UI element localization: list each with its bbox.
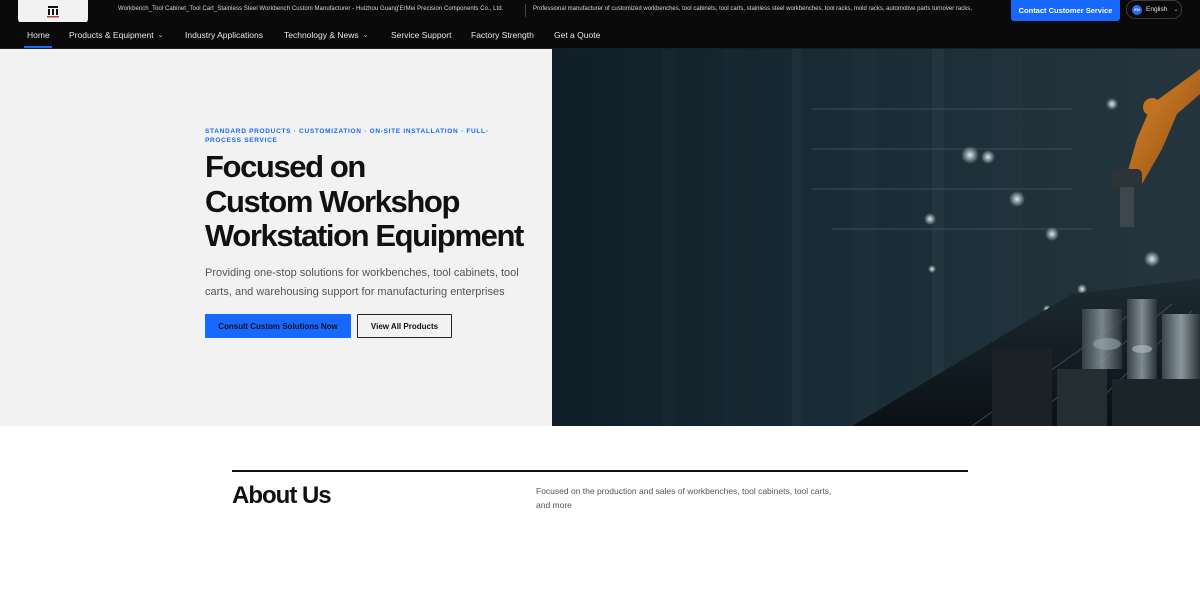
view-all-products-button[interactable]: View All Products — [357, 314, 452, 338]
hero-eyebrow: Standard Products · Customization · On-s… — [205, 128, 489, 144]
nav-item-technology-news[interactable]: Technology & News ⌄ — [284, 30, 369, 40]
site-title: Workbench_Tool Cabinet_Tool Cart_Stainle… — [118, 6, 504, 12]
nav-item-industry-applications[interactable]: Industry Applications — [185, 30, 263, 40]
language-selector[interactable]: EN English ⌄ — [1126, 0, 1182, 19]
consult-solutions-button[interactable]: Consult Custom Solutions Now — [205, 314, 351, 338]
nav-item-label: Products & Equipment — [69, 30, 154, 40]
chevron-down-icon: ⌄ — [1173, 7, 1179, 13]
hero-subtitle: Providing one-stop solutions for workben… — [205, 267, 519, 298]
chevron-down-icon: ⌄ — [157, 32, 164, 39]
main-nav: Home Products & Equipment ⌄ Industry App… — [0, 22, 1200, 49]
about-description: Focused on the production and sales of w… — [536, 486, 832, 510]
logo[interactable] — [18, 0, 88, 23]
nav-item-service-support[interactable]: Service Support — [391, 30, 451, 40]
nav-item-label: Technology & News — [284, 30, 359, 40]
language-label: English — [1146, 6, 1168, 13]
chevron-down-icon: ⌄ — [362, 32, 369, 39]
nav-item-label: Service Support — [391, 30, 452, 40]
top-bar: Workbench_Tool Cabinet_Tool Cart_Stainle… — [0, 0, 1200, 23]
factory-robot-image — [552, 49, 1200, 426]
nav-item-home[interactable]: Home — [27, 30, 50, 40]
contact-customer-service-button[interactable]: Contact Customer Service — [1011, 0, 1120, 21]
hero-image — [552, 49, 1200, 426]
nav-item-label: Industry Applications — [185, 30, 263, 40]
about-title: About Us — [232, 482, 332, 509]
nav-item-products-equipment[interactable]: Products & Equipment ⌄ — [69, 30, 163, 40]
nav-item-label: Home — [27, 30, 50, 40]
nav-item-factory-strength[interactable]: Factory Strength — [471, 30, 534, 40]
tagline: Professional manufacturer of customized … — [533, 6, 972, 12]
nav-item-label: Factory Strength — [471, 30, 534, 40]
hero-title-line: Custom Workshop — [205, 183, 460, 219]
nav-item-label: Get a Quote — [554, 30, 601, 40]
hero-title: Focused on Custom Workshop Workstation E… — [205, 149, 545, 254]
hero-title-line: Workstation Equipment — [205, 218, 524, 253]
logo-icon — [47, 5, 59, 17]
nav-active-indicator — [24, 46, 52, 48]
divider — [525, 4, 526, 17]
about-divider — [232, 470, 968, 472]
nav-item-get-a-quote[interactable]: Get a Quote — [554, 30, 600, 40]
hero-title-line: Focused on — [205, 149, 366, 184]
language-code-badge: EN — [1132, 4, 1142, 15]
